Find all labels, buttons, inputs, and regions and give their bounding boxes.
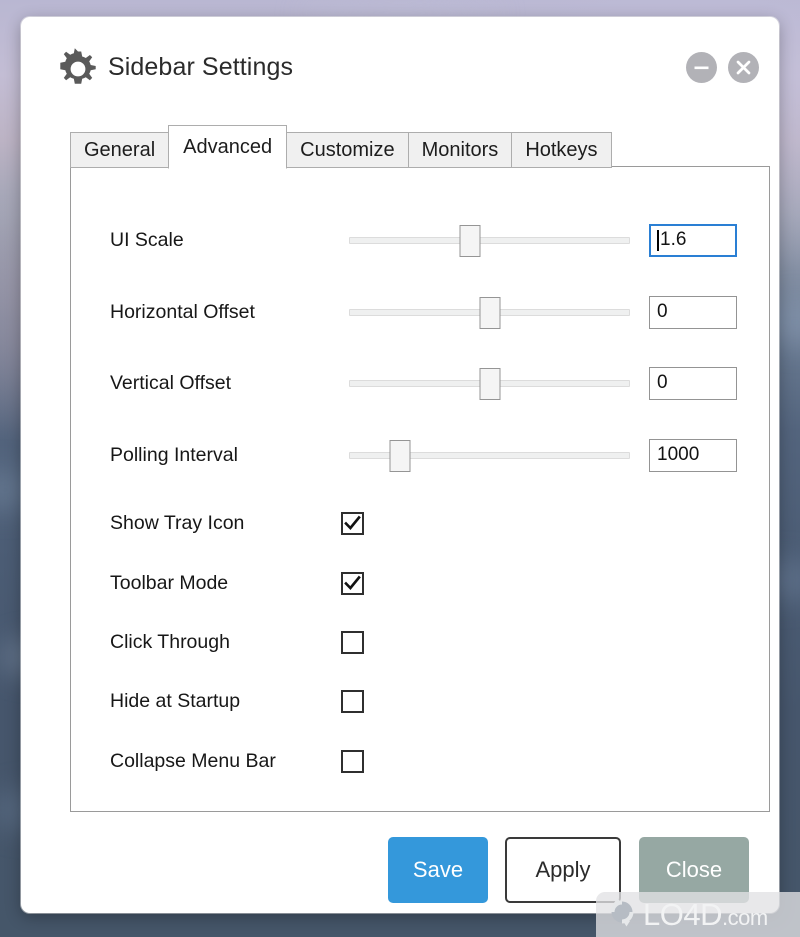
settings-window: Sidebar Settings General Advanced Customiz…: [21, 17, 779, 913]
setting-label: Horizontal Offset: [110, 300, 255, 323]
window-titlebar: Sidebar Settings: [21, 17, 779, 103]
gear-icon: [57, 48, 99, 90]
text-caret: [657, 229, 659, 251]
checkbox-toolbar-mode[interactable]: [341, 571, 364, 595]
window-title: Sidebar Settings: [108, 53, 294, 81]
value-input-ui-scale[interactable]: 1.6: [649, 223, 737, 257]
tab-hotkeys[interactable]: Hotkeys: [511, 132, 612, 168]
setting-row-slider: Vertical Offset 0: [71, 365, 769, 401]
slider-thumb[interactable]: [479, 297, 500, 329]
watermark-label: LO4D.com: [643, 896, 768, 932]
slider-thumb[interactable]: [479, 368, 500, 400]
checkbox-hide-at-startup[interactable]: [341, 689, 364, 713]
setting-label: Hide at Startup: [110, 689, 241, 712]
setting-row-checkbox: Collapse Menu Bar: [71, 743, 769, 779]
setting-row-checkbox: Show Tray Icon: [71, 505, 769, 541]
setting-label: Click Through: [110, 630, 230, 653]
value-text: 0: [657, 372, 668, 393]
setting-row-slider: UI Scale 1.6: [71, 222, 769, 258]
setting-label: Polling Interval: [110, 443, 238, 466]
setting-row-slider: Polling Interval 1000: [71, 437, 769, 473]
checkbox-show-tray-icon[interactable]: [341, 511, 364, 535]
slider-horizontal-offset[interactable]: [349, 294, 630, 330]
checkbox-collapse-menu-bar[interactable]: [341, 749, 364, 773]
lo4d-logo-icon: [604, 894, 640, 935]
tab-advanced[interactable]: Advanced: [168, 125, 288, 169]
value-input-horizontal-offset[interactable]: 0: [649, 295, 737, 329]
close-window-button[interactable]: [728, 52, 759, 83]
value-text: 1.6: [660, 229, 687, 250]
slider-vertical-offset[interactable]: [349, 365, 630, 401]
tab-bar: General Advanced Customize Monitors Hotkeys: [70, 125, 612, 169]
checkbox-click-through[interactable]: [341, 630, 364, 654]
setting-row-checkbox: Click Through: [71, 624, 769, 660]
tab-label: Monitors: [421, 138, 499, 161]
slider-thumb[interactable]: [389, 440, 411, 472]
setting-label: Show Tray Icon: [110, 511, 245, 534]
tab-label: Customize: [300, 138, 395, 161]
value-input-vertical-offset[interactable]: 0: [649, 366, 737, 400]
tab-general[interactable]: General: [70, 132, 170, 168]
tab-label: Hotkeys: [525, 138, 598, 161]
desktop-background: Sidebar Settings General Advanced Customiz…: [0, 0, 800, 937]
lo4d-watermark: LO4D.com: [596, 892, 800, 937]
tab-customize[interactable]: Customize: [286, 132, 409, 168]
setting-label: Toolbar Mode: [110, 571, 229, 594]
watermark-suffix: .com: [721, 904, 768, 930]
setting-row-checkbox: Toolbar Mode: [71, 565, 769, 601]
setting-row-checkbox: Hide at Startup: [71, 683, 769, 719]
tab-monitors[interactable]: Monitors: [407, 132, 513, 168]
checkmark-icon: [344, 575, 361, 590]
value-text: 1000: [657, 444, 700, 465]
value-input-polling-interval[interactable]: 1000: [649, 438, 737, 472]
slider-ui-scale[interactable]: [349, 222, 630, 258]
setting-label: Collapse Menu Bar: [110, 749, 276, 772]
tab-label: General: [84, 138, 156, 161]
save-button[interactable]: Save: [388, 837, 488, 903]
value-text: 0: [657, 301, 668, 322]
slider-track: [349, 237, 630, 244]
tab-label: Advanced: [183, 135, 273, 158]
minimize-button[interactable]: [686, 52, 717, 83]
slider-thumb[interactable]: [459, 225, 481, 257]
advanced-settings-panel: UI Scale 1.6 Horizontal Offset 0 Vertical Of…: [70, 166, 770, 812]
checkmark-icon: [344, 515, 361, 530]
setting-label: Vertical Offset: [110, 371, 232, 394]
setting-label: UI Scale: [110, 228, 184, 251]
slider-polling-interval[interactable]: [349, 437, 630, 473]
setting-row-slider: Horizontal Offset 0: [71, 294, 769, 330]
